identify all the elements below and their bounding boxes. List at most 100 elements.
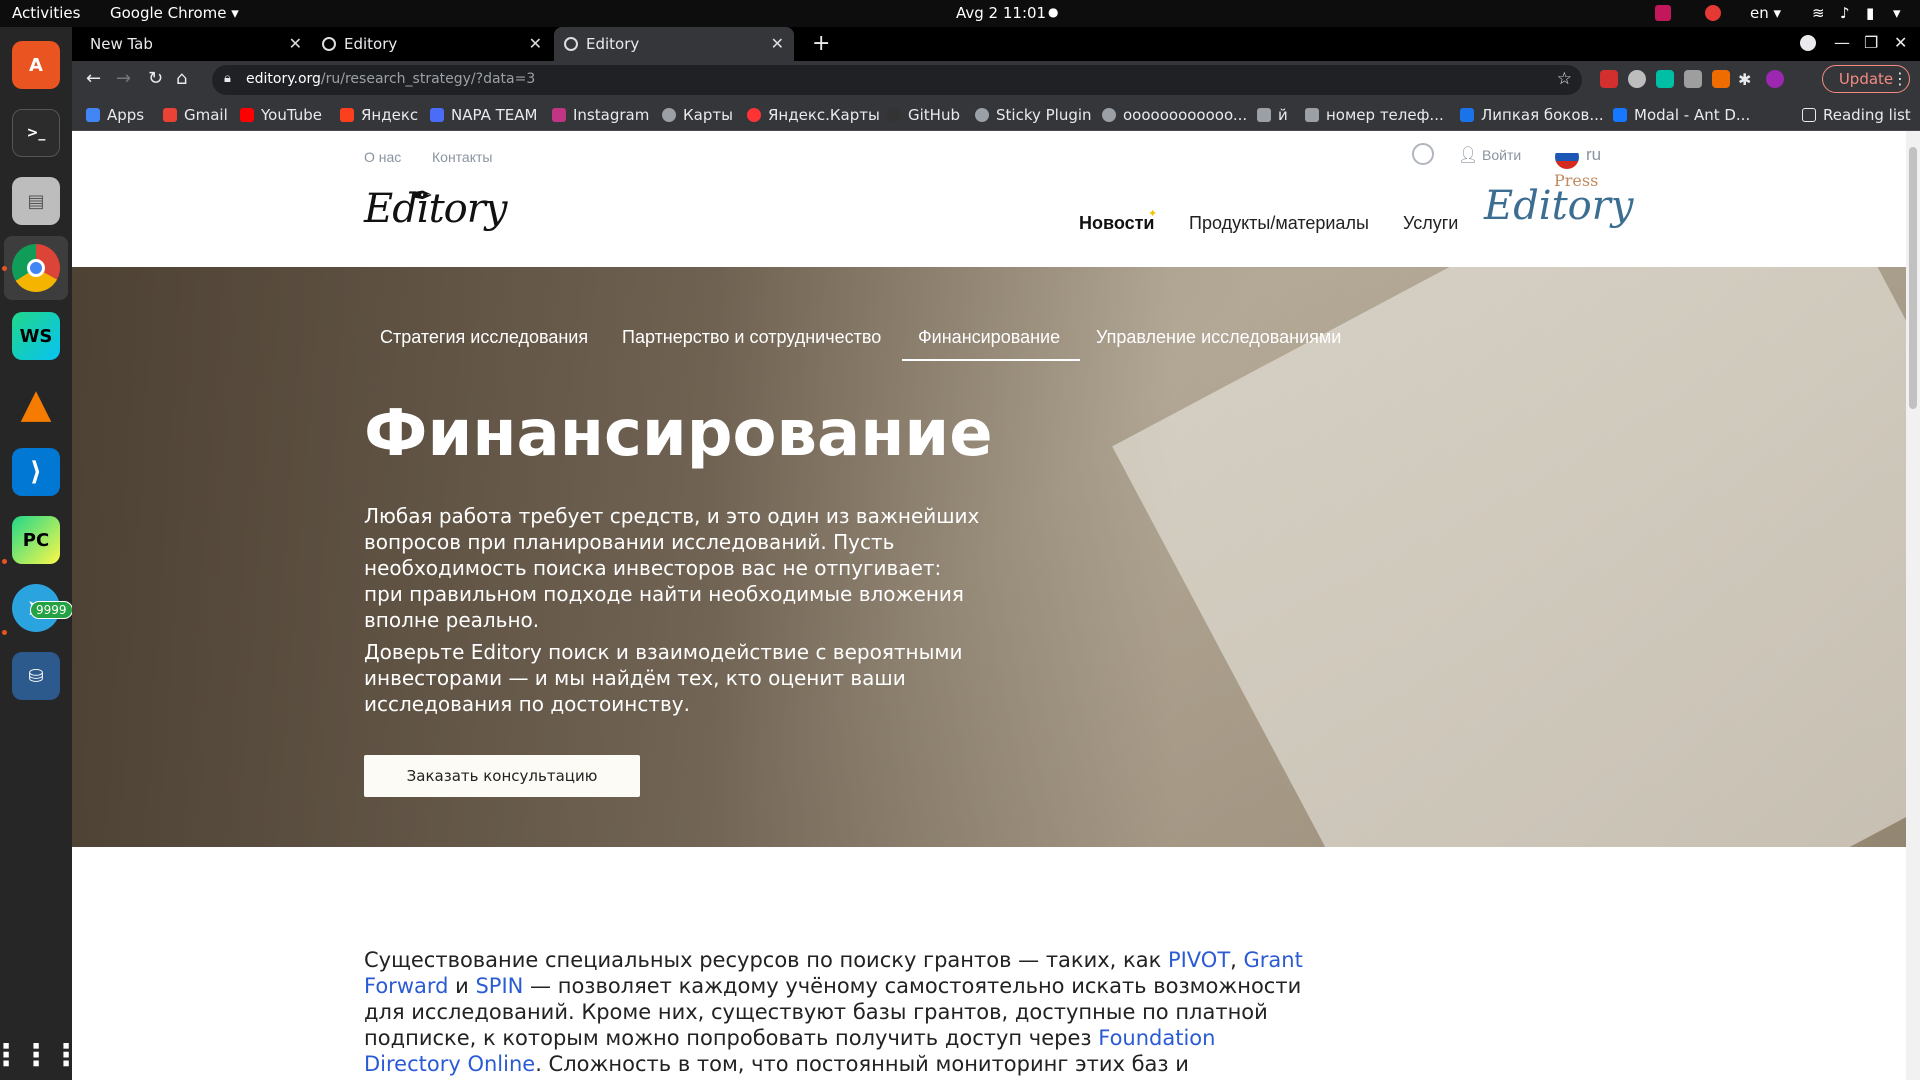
close-window-icon[interactable]: ✕ bbox=[1894, 33, 1907, 52]
forward-icon[interactable]: → bbox=[116, 68, 131, 89]
tray-app-icon[interactable] bbox=[1655, 5, 1671, 21]
clock[interactable]: Avg 2 11:01 bbox=[956, 4, 1046, 22]
reading-list-button[interactable]: Reading list bbox=[1802, 106, 1911, 124]
url-host: editory.org bbox=[246, 71, 321, 87]
tab-search-icon[interactable] bbox=[1800, 35, 1816, 51]
maximize-icon[interactable]: ❐ bbox=[1864, 33, 1878, 52]
russia-flag-icon[interactable] bbox=[1555, 145, 1579, 169]
subtab-funding[interactable]: Финансирование bbox=[918, 327, 1060, 348]
bookmark-star-icon[interactable]: ☆ bbox=[1557, 69, 1572, 89]
show-applications-icon[interactable]: ⋮⋮⋮ bbox=[0, 1031, 81, 1079]
bookmark-github[interactable]: GitHub bbox=[887, 106, 960, 124]
search-icon[interactable] bbox=[1412, 143, 1434, 165]
globe-icon bbox=[662, 108, 676, 122]
tab-close-icon[interactable]: ✕ bbox=[529, 34, 542, 53]
extension-off-icon[interactable] bbox=[1712, 70, 1730, 88]
subtab-partnership[interactable]: Партнерство и сотрудничество bbox=[622, 327, 881, 348]
globe-icon bbox=[564, 37, 578, 51]
tray-chrome-icon[interactable] bbox=[1705, 5, 1721, 21]
wifi-icon[interactable]: ≋ bbox=[1812, 4, 1825, 22]
bookmark-sticky-plugin[interactable]: Sticky Plugin bbox=[975, 106, 1092, 124]
bookmark-yandex[interactable]: Яндекс bbox=[340, 106, 418, 124]
pivot-link[interactable]: PIVOT bbox=[1168, 948, 1230, 972]
tab-title: Editory bbox=[344, 35, 398, 53]
vlc-icon[interactable]: ▲ bbox=[12, 380, 60, 428]
scrollbar-thumb[interactable] bbox=[1909, 147, 1917, 409]
subtab-research-strategy[interactable]: Стратегия исследования bbox=[380, 327, 588, 348]
adblock-extension-icon[interactable] bbox=[1600, 70, 1618, 88]
contacts-link[interactable]: Контакты bbox=[432, 149, 492, 165]
editory-press-logo[interactable]: Editory Press bbox=[1484, 171, 1633, 229]
tab-editory-active[interactable]: Editory ✕ bbox=[554, 27, 794, 61]
about-link[interactable]: О нас bbox=[364, 149, 401, 165]
nav-news[interactable]: Новости bbox=[1079, 213, 1154, 234]
bookmark-label: NAPA TEAM bbox=[451, 106, 538, 124]
language-selector[interactable]: en ▾ bbox=[1750, 4, 1781, 22]
tab-title: Editory bbox=[586, 35, 640, 53]
battery-icon[interactable]: ▮ bbox=[1866, 4, 1874, 22]
nav-services[interactable]: Услуги bbox=[1403, 213, 1458, 234]
bookmark-sticky-sidebar[interactable]: Липкая боков... bbox=[1460, 106, 1604, 124]
address-bar[interactable]: 🔒︎ editory.org/ru/research_strategy/?dat… bbox=[212, 65, 1582, 95]
bookmark-apps[interactable]: Apps bbox=[86, 106, 144, 124]
bookmark-label: Gmail bbox=[184, 106, 228, 124]
language-switch[interactable]: ru bbox=[1586, 145, 1601, 165]
back-icon[interactable]: ← bbox=[86, 68, 101, 89]
home-icon[interactable]: ⌂ bbox=[176, 68, 187, 89]
tab-close-icon[interactable]: ✕ bbox=[289, 34, 302, 53]
app-menu[interactable]: Google Chrome ▾ bbox=[110, 4, 239, 22]
notification-dot-icon: ● bbox=[1048, 5, 1059, 19]
activities-button[interactable]: Activities bbox=[12, 4, 80, 22]
bookmark-phone-number[interactable]: номер телеф... bbox=[1305, 106, 1444, 124]
body-text-segment: , bbox=[1230, 948, 1244, 972]
vscode-icon[interactable]: ⟩ bbox=[12, 448, 60, 496]
order-consultation-button[interactable]: Заказать консультацию bbox=[364, 755, 640, 797]
tab-new-tab[interactable]: New Tab ✕ bbox=[72, 27, 312, 61]
bookmark-youtube[interactable]: YouTube bbox=[240, 106, 322, 124]
lock-icon[interactable]: 🔒︎ bbox=[224, 71, 231, 86]
bookmark-label: й bbox=[1278, 106, 1288, 124]
software-center-icon[interactable]: A bbox=[12, 41, 60, 89]
terminal-icon[interactable]: >_ bbox=[12, 109, 60, 157]
profile-avatar[interactable] bbox=[1766, 70, 1784, 88]
bookmark-label: номер телеф... bbox=[1326, 106, 1444, 124]
tab-strip: New Tab ✕ Editory ✕ Editory ✕ + — ❐ ✕ bbox=[72, 27, 1920, 61]
extension-icon[interactable] bbox=[1628, 70, 1646, 88]
vue-devtools-icon[interactable] bbox=[1684, 70, 1702, 88]
chrome-menu-icon[interactable]: ⋮ bbox=[1892, 69, 1908, 88]
files-icon[interactable]: ▤ bbox=[12, 177, 60, 225]
hero-paragraph-2: Доверьте Editory поиск и взаимодействие … bbox=[364, 640, 963, 716]
user-icon[interactable]: 👤︎ bbox=[1458, 145, 1478, 164]
bookmark-maps[interactable]: Карты bbox=[662, 106, 733, 124]
bookmark-instagram[interactable]: Instagram bbox=[552, 106, 649, 124]
extension-icon[interactable] bbox=[1656, 70, 1674, 88]
editory-logo[interactable]: Editory bbox=[364, 186, 507, 232]
bookmark-napa-team[interactable]: NAPA TEAM bbox=[430, 106, 537, 124]
tab-close-icon[interactable]: ✕ bbox=[771, 34, 784, 53]
tab-editory-1[interactable]: Editory ✕ bbox=[312, 27, 552, 61]
body-text: Существование специальных ресурсов по по… bbox=[364, 947, 1304, 1080]
page-scrollbar[interactable] bbox=[1906, 131, 1920, 1080]
globe-icon bbox=[975, 108, 989, 122]
bookmark-ooo[interactable]: oooooooooooo... bbox=[1102, 106, 1247, 124]
minimize-icon[interactable]: — bbox=[1834, 33, 1850, 52]
pycharm-icon[interactable]: PC bbox=[12, 516, 60, 564]
bookmark-y[interactable]: й bbox=[1257, 106, 1288, 124]
subtab-research-management[interactable]: Управление исследованиями bbox=[1096, 327, 1341, 348]
extensions-puzzle-icon[interactable]: ✱ bbox=[1738, 70, 1756, 89]
bookmark-label: Apps bbox=[107, 106, 145, 124]
spin-link[interactable]: SPIN bbox=[475, 974, 523, 998]
new-tab-button[interactable]: + bbox=[812, 31, 830, 56]
login-link[interactable]: Войти bbox=[1482, 147, 1521, 163]
reload-icon[interactable]: ↻ bbox=[148, 68, 163, 89]
webstorm-icon[interactable]: WS bbox=[12, 312, 60, 360]
bookmark-ant-design-modal[interactable]: Modal - Ant D... bbox=[1613, 106, 1750, 124]
bookmark-yandex-maps[interactable]: Яндекс.Карты bbox=[747, 106, 880, 124]
bookmark-gmail[interactable]: Gmail bbox=[163, 106, 228, 124]
bookmark-label: Instagram bbox=[573, 106, 650, 124]
volume-icon[interactable]: ♪ bbox=[1840, 4, 1850, 22]
mysql-workbench-icon[interactable]: ⛁ bbox=[12, 652, 60, 700]
nav-products[interactable]: Продукты/материалы bbox=[1189, 213, 1369, 234]
system-menu-icon[interactable]: ▾ bbox=[1893, 4, 1901, 22]
chrome-icon[interactable] bbox=[12, 244, 60, 292]
